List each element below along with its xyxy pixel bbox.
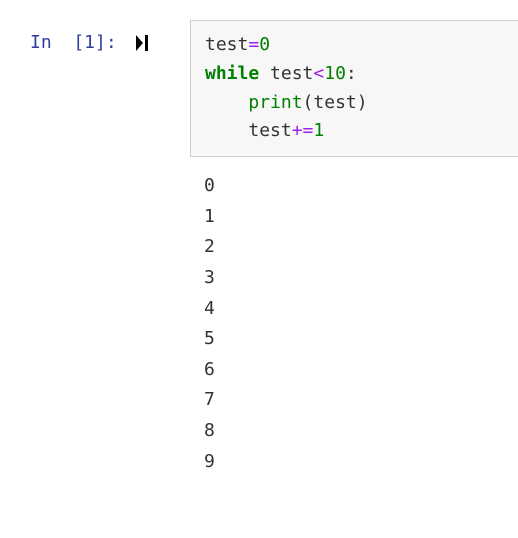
prompt-area: In [1]: <box>30 20 190 57</box>
code-token: = <box>248 34 259 55</box>
code-token: 1 <box>313 120 324 141</box>
code-token: 10 <box>324 63 346 84</box>
code-token: test <box>205 34 248 55</box>
output-line: 8 <box>204 420 215 441</box>
output-line: 4 <box>204 298 215 319</box>
code-token <box>205 92 248 113</box>
output-line: 5 <box>204 328 215 349</box>
code-token: test <box>270 63 313 84</box>
run-cell-icon[interactable] <box>135 34 151 57</box>
code-token: test <box>248 120 291 141</box>
output-gutter <box>30 171 190 477</box>
code-token: test <box>313 92 356 113</box>
output-line: 1 <box>204 206 215 227</box>
code-token: : <box>346 63 357 84</box>
code-token: ( <box>303 92 314 113</box>
code-token: < <box>313 63 324 84</box>
output-line: 0 <box>204 175 215 196</box>
code-token: += <box>292 120 314 141</box>
code-editor[interactable]: test=0 while test<10: print(test) test+=… <box>190 20 518 157</box>
output-row: 0 1 2 3 4 5 6 7 8 9 <box>30 171 518 477</box>
output-line: 6 <box>204 359 215 380</box>
code-token <box>205 120 248 141</box>
output-line: 2 <box>204 236 215 257</box>
output-line: 7 <box>204 389 215 410</box>
code-cell: In [1]: test=0 while test<10: print(test… <box>30 20 518 157</box>
code-token: 0 <box>259 34 270 55</box>
output-line: 9 <box>204 451 215 472</box>
cell-output: 0 1 2 3 4 5 6 7 8 9 <box>190 171 518 477</box>
code-token: ) <box>357 92 368 113</box>
code-token: print <box>248 92 302 113</box>
code-token: while <box>205 63 259 84</box>
output-line: 3 <box>204 267 215 288</box>
input-prompt: In [1]: <box>30 20 117 53</box>
